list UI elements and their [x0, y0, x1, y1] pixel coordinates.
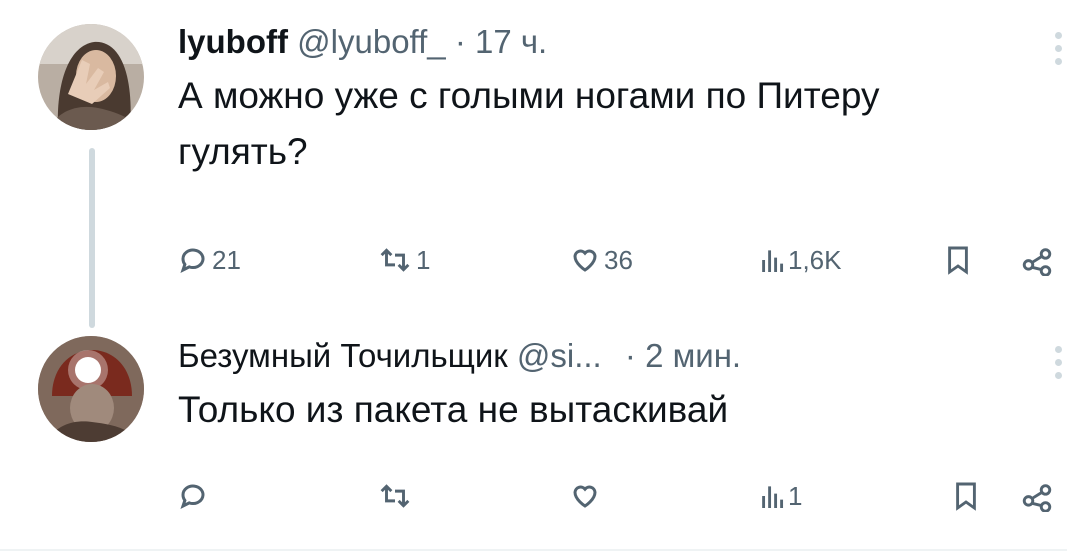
like-count: 36: [604, 244, 633, 275]
reply-icon: [180, 484, 205, 509]
views-icon: [762, 486, 784, 508]
views-count: 1,6K: [788, 244, 842, 275]
reply-count: 21: [212, 244, 241, 275]
more-icon[interactable]: [1055, 32, 1063, 71]
bookmark-button[interactable]: [954, 474, 978, 518]
like-icon: [573, 485, 597, 508]
timestamp[interactable]: · 17 ч.: [455, 23, 547, 60]
views-button[interactable]: 1,6K: [760, 238, 842, 282]
share-button[interactable]: [1020, 238, 1054, 282]
author-name[interactable]: lyuboff: [178, 23, 288, 60]
timestamp[interactable]: · 2 мин.: [625, 337, 741, 374]
share-button[interactable]: [1020, 474, 1054, 518]
tweet-header: lyuboff @lyuboff_ · 17 ч.: [178, 22, 1067, 62]
tweet[interactable]: lyuboff @lyuboff_ · 17 ч. А можно уже с …: [178, 22, 1067, 180]
share-icon: [1022, 484, 1052, 512]
author-name[interactable]: Безумный Точильщик: [178, 337, 508, 374]
views-count: 1: [788, 480, 803, 511]
tweet-header: Безумный Точильщик @si... · 2 мин.: [178, 336, 1067, 376]
retweet-count: 1: [416, 244, 431, 275]
divider: [0, 549, 1067, 551]
tweet-text: А можно уже с голыми ногами по Питеру гу…: [178, 75, 880, 172]
author-handle[interactable]: @si...: [517, 337, 602, 374]
retweet-button[interactable]: 1: [378, 238, 430, 282]
views-button[interactable]: 1: [760, 474, 802, 518]
tweet-text: Только из пакета не вытаскивай: [178, 389, 729, 430]
avatar[interactable]: [38, 336, 144, 442]
bookmark-icon: [948, 246, 968, 275]
views-icon: [762, 250, 784, 272]
bookmark-icon: [956, 482, 976, 511]
retweet-button[interactable]: [378, 474, 416, 518]
more-icon[interactable]: [1055, 346, 1063, 385]
tweet-actions: 1: [178, 474, 1067, 518]
share-icon: [1022, 248, 1052, 276]
bookmark-button[interactable]: [946, 238, 970, 282]
like-button[interactable]: [570, 474, 604, 518]
reply-button[interactable]: [178, 474, 212, 518]
reply-button[interactable]: 21: [178, 238, 241, 282]
retweet-icon: [380, 484, 410, 508]
tweet[interactable]: Безумный Точильщик @si... · 2 мин. Тольк…: [178, 336, 1067, 438]
avatar[interactable]: [38, 24, 144, 130]
like-button[interactable]: 36: [570, 238, 633, 282]
thread-connector: [89, 148, 95, 328]
author-handle[interactable]: @lyuboff_: [297, 23, 445, 60]
tweet-actions: 21 1 36 1,6K: [178, 238, 1067, 282]
reply-icon: [180, 248, 205, 273]
like-icon: [573, 249, 597, 272]
retweet-icon: [380, 248, 410, 272]
